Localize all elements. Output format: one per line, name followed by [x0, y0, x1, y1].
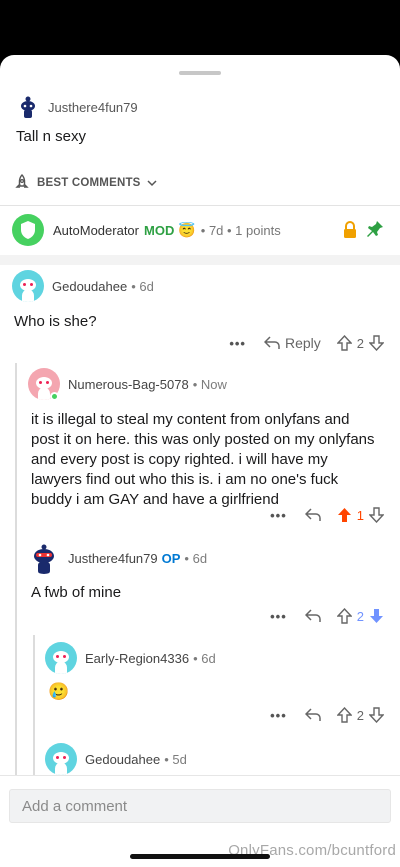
more-options-icon[interactable]: •••: [270, 708, 287, 723]
downvote-icon[interactable]: [369, 707, 384, 723]
comment-age: • 6d: [131, 278, 154, 294]
automod-meta: • 7d • 1 points: [200, 222, 281, 238]
comment-age: • 5d: [164, 751, 187, 767]
shield-icon: [21, 221, 35, 239]
downvote-icon[interactable]: [369, 608, 384, 624]
halo-emoji-icon: 😇: [178, 221, 196, 238]
pin-icon: [367, 221, 383, 237]
avatar[interactable]: [45, 642, 77, 674]
comment-body: it is illegal to steal my content from o…: [31, 411, 375, 508]
comment-header: Gedoudahee • 5d: [45, 743, 187, 775]
reply-arrow-icon: [304, 508, 321, 521]
lock-icon: [344, 221, 356, 238]
reply-button[interactable]: Reply: [263, 335, 321, 351]
sort-label: BEST COMMENTS: [37, 177, 141, 189]
comment-actions: ••• 2: [270, 608, 384, 624]
mod-badge: MOD: [144, 222, 175, 238]
comment-age: • Now: [192, 376, 227, 392]
automod-comment[interactable]: AutoModerator MOD 😇 • 7d • 1 points: [0, 205, 400, 255]
automod-name[interactable]: AutoModerator: [53, 223, 139, 238]
comment-header: Numerous-Bag-5078 • Now: [28, 368, 227, 401]
downvote-icon[interactable]: [369, 335, 384, 351]
vote-count: 2: [356, 608, 364, 624]
comment-body: Who is she?: [14, 313, 97, 330]
rocket-icon: [15, 174, 29, 188]
vote-count: 2: [356, 707, 364, 723]
post-header: Justhere4fun79: [16, 95, 138, 119]
comment-author[interactable]: Numerous-Bag-5078: [68, 377, 189, 392]
vote-control: 2: [336, 335, 384, 351]
snoo-avatar-icon[interactable]: [16, 95, 40, 119]
post-author[interactable]: Justhere4fun79: [48, 100, 138, 115]
thread-line[interactable]: [15, 363, 17, 783]
comment-body: A fwb of mine: [31, 584, 122, 601]
reply-arrow-icon: [304, 609, 321, 622]
automod-avatar: [12, 214, 44, 246]
vote-count: 2: [356, 335, 364, 351]
comment-author[interactable]: Justhere4fun79: [68, 551, 158, 566]
upvote-icon[interactable]: [336, 335, 352, 351]
reply-arrow-icon: [263, 336, 280, 349]
more-options-icon[interactable]: •••: [270, 508, 287, 523]
avatar[interactable]: [28, 542, 60, 574]
comment-header: Early-Region4336 • 6d: [45, 642, 216, 674]
comment-age: • 6d: [184, 550, 208, 566]
comment-header: Justhere4fun79 OP • 6d: [28, 542, 207, 574]
comment-body: 🥲: [48, 682, 70, 701]
sort-selector[interactable]: BEST COMMENTS: [12, 173, 158, 193]
comment-author[interactable]: Early-Region4336: [85, 651, 189, 666]
upvote-icon[interactable]: [336, 608, 352, 624]
reply-arrow-icon: [304, 708, 321, 721]
reply-label: Reply: [284, 335, 321, 351]
comment-author[interactable]: Gedoudahee: [52, 279, 127, 294]
reply-button[interactable]: [304, 708, 321, 722]
vote-count: 1: [356, 507, 364, 523]
online-indicator: [50, 392, 59, 401]
comment-actions: ••• 2: [270, 707, 384, 723]
reply-button[interactable]: [304, 508, 321, 522]
ninja-snoo-icon: [34, 544, 54, 574]
comment-header: Gedoudahee • 6d: [12, 270, 154, 302]
comment-actions: ••• Reply 2: [229, 335, 384, 351]
more-options-icon[interactable]: •••: [229, 336, 246, 351]
vote-control: 2: [336, 707, 384, 723]
vote-control: 1: [337, 507, 384, 523]
add-comment-input[interactable]: Add a comment: [9, 789, 391, 823]
comments-sheet: Justhere4fun79 Tall n sexy BEST COMMENTS…: [0, 55, 400, 867]
comment-author[interactable]: Gedoudahee: [85, 752, 160, 767]
avatar[interactable]: [45, 743, 77, 775]
avatar[interactable]: [12, 270, 44, 302]
comment-actions: ••• 1: [270, 507, 384, 523]
reply-button[interactable]: [304, 609, 321, 623]
chevron-down-icon: [147, 180, 157, 187]
post-title: Tall n sexy: [16, 128, 87, 145]
op-badge: OP: [161, 550, 181, 566]
section-gap: [0, 255, 400, 265]
vote-control: 2: [336, 608, 384, 624]
upvote-icon[interactable]: [336, 707, 352, 723]
downvote-icon[interactable]: [369, 507, 384, 523]
more-options-icon[interactable]: •••: [270, 609, 287, 624]
upvote-icon[interactable]: [337, 507, 352, 523]
home-indicator[interactable]: [130, 854, 270, 859]
sheet-grabber[interactable]: [179, 71, 221, 75]
comment-age: • 6d: [193, 650, 216, 666]
